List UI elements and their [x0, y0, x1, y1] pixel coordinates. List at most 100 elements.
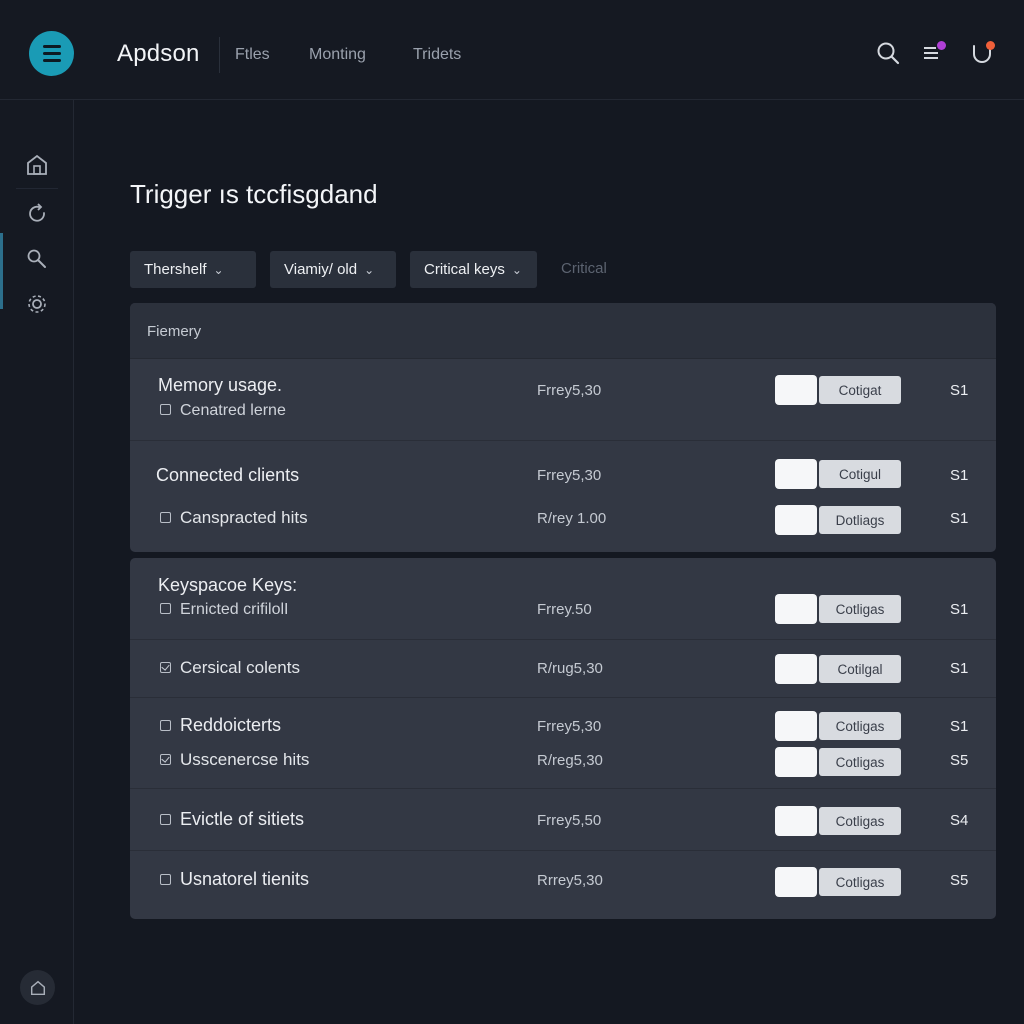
row-checkbox[interactable]	[160, 662, 171, 673]
row-sub-label: Ernicted crifilolI	[180, 601, 289, 618]
value-input[interactable]	[775, 459, 817, 489]
filter-label: Viamiy/ old	[284, 261, 358, 278]
row-action-button[interactable]: Cotligas	[819, 868, 901, 896]
value-input[interactable]	[775, 654, 817, 684]
trigger-row-label: Evictle of sitiets	[160, 809, 304, 830]
row-count: S1	[950, 467, 969, 484]
row-checkbox[interactable]	[160, 512, 171, 523]
row-frequency: R/reg5,30	[537, 752, 603, 769]
row-checkbox[interactable]	[160, 874, 171, 885]
row-action-button[interactable]: Cotigat	[819, 376, 901, 404]
trigger-row-label: Connected clients	[156, 465, 300, 485]
row-divider	[130, 788, 996, 789]
row-action-button[interactable]: Cotligas	[819, 807, 901, 835]
row-label-text: Usscenercse hits	[180, 750, 310, 769]
filter-label: Thershelf	[144, 261, 207, 278]
row-checkbox[interactable]	[160, 404, 171, 415]
row-label-text: Cersical colents	[180, 658, 300, 677]
value-input[interactable]	[775, 806, 817, 836]
severity-filter-dropdown[interactable]: Viamiy/ old ⌄	[270, 251, 396, 288]
row-divider	[130, 850, 996, 851]
row-count: S5	[950, 752, 969, 769]
critical-keys-filter-dropdown[interactable]: Critical keys ⌄	[410, 251, 537, 288]
row-action-button[interactable]: Dotliags	[819, 506, 901, 534]
row-checkbox[interactable]	[160, 603, 171, 614]
sidebar-divider	[16, 188, 58, 189]
tab-monitoring[interactable]: Monting	[309, 46, 366, 64]
row-count: S1	[950, 601, 969, 618]
panel-header: Fiemery	[130, 303, 996, 359]
keyspace-panel: Keyspacoe Keys: Ernicted crifilolI Frrey…	[130, 558, 996, 919]
row-count: S5	[950, 872, 969, 889]
row-divider	[130, 639, 996, 640]
app-window: Apdson Ftles Monting Tridets Trigger ıs …	[0, 0, 1024, 1024]
row-label-text: Canspracted hits	[180, 508, 308, 527]
tab-files[interactable]: Ftles	[235, 46, 270, 64]
row-checkbox[interactable]	[160, 754, 171, 765]
search-key-icon[interactable]	[24, 246, 50, 272]
chevron-down-icon: ⌄	[364, 262, 375, 277]
row-count: S1	[950, 382, 969, 399]
filter-label: Critical keys	[424, 261, 505, 278]
trigger-row-label: Canspracted hits	[160, 508, 308, 528]
row-label-text: Evictle of sitiets	[180, 809, 305, 829]
row-frequency: R/rug5,30	[537, 660, 603, 677]
row-checkbox[interactable]	[160, 814, 171, 825]
value-input[interactable]	[775, 505, 817, 535]
row-frequency: Rrrey5,30	[537, 872, 603, 889]
title-divider	[219, 37, 220, 73]
row-action-button[interactable]: Cotilgal	[819, 655, 901, 683]
refresh-icon[interactable]	[24, 201, 50, 227]
row-action-button[interactable]: Cotligas	[819, 748, 901, 776]
chevron-down-icon: ⌄	[511, 262, 522, 277]
trigger-row-label: Usnatorel tienits	[160, 869, 309, 890]
trigger-row-label: Keyspacoe Keys:	[158, 575, 298, 595]
value-input[interactable]	[775, 594, 817, 624]
app-title: Apdson	[117, 40, 200, 67]
notification-dot	[937, 41, 946, 50]
tab-triggers[interactable]: Tridets	[413, 46, 461, 64]
value-input[interactable]	[775, 867, 817, 897]
row-label-text: Usnatorel tienits	[180, 869, 310, 889]
row-label-text: Reddoicterts	[180, 715, 282, 735]
memory-panel: Fiemery Memory usage. Cenatred lerne Frr…	[130, 303, 996, 552]
sidebar-active-indicator	[0, 233, 3, 309]
row-action-button[interactable]: Cotligas	[819, 595, 901, 623]
row-count: S1	[950, 510, 969, 527]
top-bar: Apdson Ftles Monting Tridets	[0, 0, 1024, 100]
hamburger-menu-icon[interactable]	[29, 31, 74, 76]
critical-filter-link[interactable]: Critical	[561, 260, 607, 277]
settings-icon[interactable]	[24, 291, 50, 317]
row-sub-label: Cenatred lerne	[180, 402, 286, 419]
threshold-filter-dropdown[interactable]: Thershelf ⌄	[130, 251, 256, 288]
trigger-row-sub: Ernicted crifilolI	[160, 601, 288, 619]
trigger-row-label: Reddoicterts	[160, 715, 281, 736]
trigger-row-label: Memory usage.	[158, 375, 283, 395]
row-action-button[interactable]: Cotigul	[819, 460, 901, 488]
row-frequency: Frrey5,50	[537, 812, 602, 829]
row-count: S1	[950, 660, 969, 677]
panel-header-label: Fiemery	[147, 323, 202, 340]
trigger-row-label: Cersical colents	[160, 658, 300, 678]
sidebar	[0, 100, 74, 1024]
value-input[interactable]	[775, 375, 817, 405]
home-icon[interactable]	[24, 152, 50, 178]
row-count: S4	[950, 812, 969, 829]
row-count: S1	[950, 718, 969, 735]
chevron-down-icon: ⌄	[213, 262, 224, 277]
row-action-button[interactable]: Cotligas	[819, 712, 901, 740]
value-input[interactable]	[775, 711, 817, 741]
search-icon[interactable]	[875, 40, 901, 66]
row-frequency: Frrey.50	[537, 601, 592, 618]
account-icon[interactable]	[20, 970, 55, 1005]
row-divider	[130, 697, 996, 698]
status-dot	[986, 41, 995, 50]
trigger-row-label: Usscenercse hits	[160, 750, 309, 770]
page-title: Trigger ıs tccfisgdand	[130, 179, 378, 209]
row-checkbox[interactable]	[160, 720, 171, 731]
row-frequency: Frrey5,30	[537, 718, 602, 735]
value-input[interactable]	[775, 747, 817, 777]
trigger-row-sub: Cenatred lerne	[160, 402, 286, 420]
row-frequency: Frrey5,30	[537, 467, 602, 484]
row-divider	[130, 440, 996, 441]
